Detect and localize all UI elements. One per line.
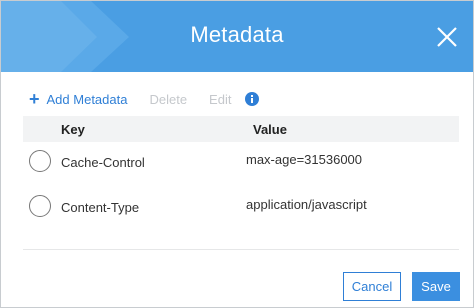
cancel-button[interactable]: Cancel: [343, 272, 401, 301]
row-key: Content-Type: [61, 200, 140, 215]
row-value: application/javascript: [246, 197, 367, 212]
delete-button[interactable]: Delete: [149, 92, 187, 107]
metadata-toolbar: + Add Metadata Delete Edit: [29, 89, 260, 109]
row-key: Cache-Control: [61, 155, 145, 170]
add-metadata-button[interactable]: + Add Metadata: [29, 89, 128, 109]
metadata-dialog: Metadata + Add Metadata Delete Edit Key …: [0, 0, 474, 308]
table-header: Key Value: [23, 116, 459, 142]
add-metadata-label: Add Metadata: [46, 91, 128, 107]
table-row[interactable]: Cache-Control max-age=31536000: [23, 142, 459, 182]
dialog-header: Metadata: [1, 1, 473, 72]
row-select-radio[interactable]: [29, 150, 51, 172]
plus-icon: +: [29, 89, 40, 109]
close-icon[interactable]: [435, 25, 459, 49]
dialog-title: Metadata: [190, 22, 284, 47]
table-row[interactable]: Content-Type application/javascript: [23, 187, 459, 227]
edit-button[interactable]: Edit: [209, 92, 231, 107]
save-button[interactable]: Save: [412, 272, 460, 301]
row-select-radio[interactable]: [29, 195, 51, 217]
column-header-value: Value: [253, 122, 287, 137]
column-header-key: Key: [61, 122, 85, 137]
row-value: max-age=31536000: [246, 152, 363, 167]
info-icon[interactable]: [245, 92, 260, 106]
footer-divider: [23, 249, 459, 250]
